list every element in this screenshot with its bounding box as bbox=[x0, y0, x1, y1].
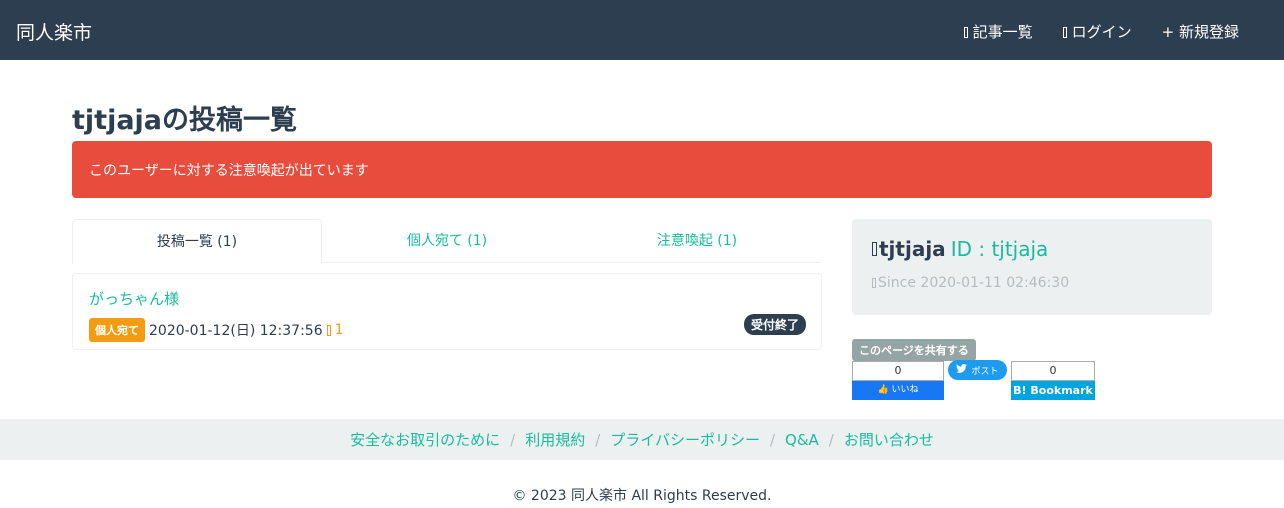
hb-label: B! Bookmark bbox=[1011, 381, 1095, 400]
footer-link-qa[interactable]: Q&A bbox=[785, 431, 819, 449]
status-badge: 受付終了 bbox=[743, 314, 806, 335]
profile-heading: tjtjaja ID : tjtjaja bbox=[872, 237, 1048, 261]
post-tabs: 投稿一覧 (1) 個人宛て (1) 注意喚起 (1) bbox=[72, 219, 822, 264]
navbar: 同人楽市 記事一覧 ログイン + 新規登録 bbox=[0, 0, 1284, 60]
list-item: がっちゃん様 個人宛て 2020-01-12(日) 12:37:56 1 受付終… bbox=[72, 273, 822, 350]
clock-icon bbox=[872, 278, 876, 288]
footer-link-terms[interactable]: 利用規約 bbox=[525, 429, 585, 450]
profile-card: tjtjaja ID : tjtjaja Since 2020-01-11 02… bbox=[852, 219, 1212, 315]
login-icon bbox=[1062, 27, 1067, 38]
profile-id: ID : tjtjaja bbox=[950, 237, 1049, 261]
user-icon bbox=[872, 242, 877, 256]
separator: / bbox=[595, 430, 601, 449]
post-meta: 個人宛て 2020-01-12(日) 12:37:56 1 bbox=[89, 318, 344, 342]
twitter-share-button[interactable]: ポスト bbox=[948, 360, 1007, 380]
nav-articles-link[interactable]: 記事一覧 bbox=[963, 21, 1033, 42]
tab-all-posts[interactable]: 投稿一覧 (1) bbox=[72, 219, 322, 264]
heart-icon bbox=[326, 324, 331, 336]
list-icon bbox=[963, 27, 968, 38]
nav-login-link[interactable]: ログイン bbox=[1062, 21, 1132, 42]
post-title-link[interactable]: がっちゃん様 bbox=[89, 288, 179, 309]
nav-links: 記事一覧 ログイン + 新規登録 bbox=[963, 21, 1239, 42]
post-date: 2020-01-12(日) 12:37:56 bbox=[149, 323, 323, 339]
footer-links: 安全なお取引のために / 利用規約 / プライバシーポリシー / Q&A / お… bbox=[0, 419, 1284, 460]
thumbs-up-icon: 👍 bbox=[877, 385, 889, 395]
brand-logo[interactable]: 同人楽市 bbox=[16, 18, 92, 45]
footer-link-safety[interactable]: 安全なお取引のために bbox=[350, 429, 500, 450]
nav-signup-link[interactable]: + 新規登録 bbox=[1162, 21, 1239, 42]
fb-count: 0 bbox=[852, 361, 944, 381]
separator: / bbox=[769, 430, 776, 449]
facebook-like-button[interactable]: 0 👍 いいね bbox=[852, 361, 944, 400]
profile-since: Since 2020-01-11 02:46:30 bbox=[872, 275, 1069, 291]
separator: / bbox=[828, 430, 834, 449]
profile-name: tjtjaja bbox=[879, 237, 946, 261]
tab-warnings[interactable]: 注意喚起 (1) bbox=[572, 219, 822, 263]
tab-personal[interactable]: 個人宛て (1) bbox=[322, 219, 572, 263]
footer-link-contact[interactable]: お問い合わせ bbox=[844, 429, 934, 450]
separator: / bbox=[510, 430, 516, 449]
footer-link-privacy[interactable]: プライバシーポリシー bbox=[610, 429, 760, 450]
warning-alert: このユーザーに対する注意喚起が出ています bbox=[72, 141, 1212, 198]
page-title: tjtjajaの投稿一覧 bbox=[72, 105, 298, 136]
bird-icon bbox=[956, 364, 968, 376]
share-label: このページを共有する bbox=[852, 339, 976, 361]
type-badge: 個人宛て bbox=[89, 318, 145, 342]
hatena-bookmark-button[interactable]: 0 B! Bookmark bbox=[1011, 361, 1095, 400]
hb-count: 0 bbox=[1011, 361, 1095, 381]
fb-like: 👍 いいね bbox=[852, 381, 944, 400]
likes: 1 bbox=[326, 322, 344, 338]
copyright: © 2023 同人楽市 All Rights Reserved. bbox=[512, 488, 772, 504]
like-count: 1 bbox=[334, 322, 344, 338]
